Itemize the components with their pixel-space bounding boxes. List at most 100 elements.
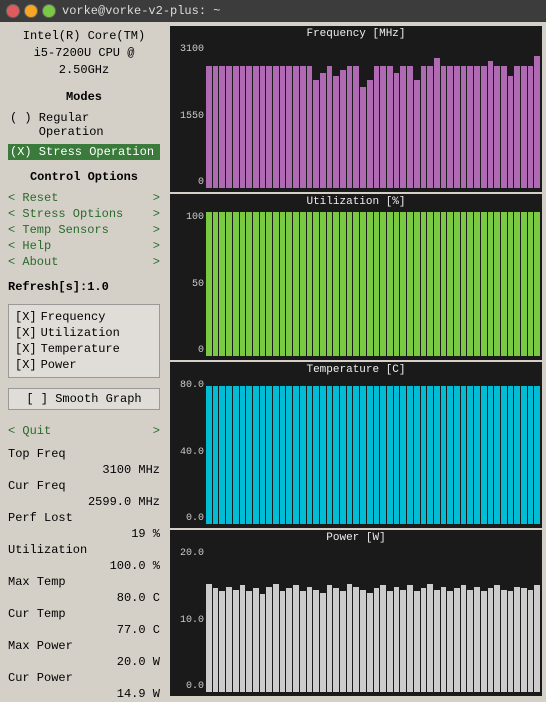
bar bbox=[461, 212, 467, 356]
close-button[interactable] bbox=[6, 4, 20, 18]
bar bbox=[226, 212, 232, 356]
bar bbox=[333, 386, 339, 524]
bar bbox=[293, 212, 299, 356]
bar bbox=[474, 587, 480, 692]
bar bbox=[447, 212, 453, 356]
bar bbox=[407, 585, 413, 692]
bar bbox=[206, 386, 212, 524]
bar bbox=[206, 212, 212, 356]
bar bbox=[534, 386, 540, 524]
quit-line[interactable]: < Quit > bbox=[8, 424, 160, 438]
charts-area: Frequency [MHz]310015500Utilization [%]1… bbox=[168, 22, 546, 700]
bar bbox=[353, 66, 359, 188]
bar bbox=[340, 386, 346, 524]
bar bbox=[481, 591, 487, 692]
bar bbox=[360, 386, 366, 524]
bar bbox=[206, 66, 212, 188]
bar bbox=[213, 66, 219, 188]
bar bbox=[434, 212, 440, 356]
checkbox-item-utilization[interactable]: [X]Utilization bbox=[15, 325, 153, 341]
bar bbox=[340, 591, 346, 692]
bar bbox=[233, 590, 239, 692]
bar bbox=[246, 66, 252, 188]
bar bbox=[481, 386, 487, 524]
bar bbox=[387, 591, 393, 692]
bar bbox=[273, 386, 279, 524]
checkbox-item-power[interactable]: [X]Power bbox=[15, 357, 153, 373]
menu-item[interactable]: < Help> bbox=[8, 238, 160, 254]
bar bbox=[528, 212, 534, 356]
quit-left[interactable]: < Quit bbox=[8, 424, 51, 438]
bar bbox=[514, 386, 520, 524]
bar bbox=[340, 70, 346, 188]
bar bbox=[226, 66, 232, 188]
bar bbox=[320, 73, 326, 188]
bar bbox=[293, 66, 299, 188]
stat-value-row: 2599.0 MHz bbox=[8, 494, 160, 510]
bar bbox=[327, 386, 333, 524]
menu-item[interactable]: < Temp Sensors> bbox=[8, 222, 160, 238]
bar bbox=[266, 386, 272, 524]
menu-item[interactable]: < Reset> bbox=[8, 190, 160, 206]
mode-regular[interactable]: ( ) Regular Operation bbox=[8, 110, 160, 140]
bar bbox=[360, 87, 366, 188]
bar bbox=[514, 587, 520, 692]
bar bbox=[374, 66, 380, 188]
cpu-info: Intel(R) Core(TM) i5-7200U CPU @ 2.50GHz bbox=[8, 28, 160, 78]
checkbox-item-temperature[interactable]: [X]Temperature bbox=[15, 341, 153, 357]
bar bbox=[501, 386, 507, 524]
refresh-label: Refresh[s]:1.0 bbox=[8, 280, 160, 294]
bar bbox=[427, 66, 433, 188]
bar bbox=[421, 66, 427, 188]
menu-item[interactable]: < About> bbox=[8, 254, 160, 270]
bar bbox=[273, 584, 279, 692]
sidebar: Intel(R) Core(TM) i5-7200U CPU @ 2.50GHz… bbox=[0, 22, 168, 700]
y-label: 0 bbox=[170, 345, 204, 356]
bar bbox=[467, 386, 473, 524]
menu-item[interactable]: < Stress Options> bbox=[8, 206, 160, 222]
bar bbox=[333, 212, 339, 356]
stat-label-row: Cur Temp bbox=[8, 606, 160, 622]
bar bbox=[447, 591, 453, 692]
y-labels-power: 20.010.00.0 bbox=[170, 530, 206, 696]
title-bar: vorke@vorke-v2-plus: ~ bbox=[0, 0, 546, 22]
bar bbox=[434, 590, 440, 692]
bar bbox=[219, 591, 225, 692]
window-title: vorke@vorke-v2-plus: ~ bbox=[62, 4, 220, 18]
bar bbox=[421, 588, 427, 692]
stat-value-row: 3100 MHz bbox=[8, 462, 160, 478]
y-label: 20.0 bbox=[170, 548, 204, 559]
checkbox-label: Power bbox=[41, 358, 77, 372]
bar bbox=[280, 386, 286, 524]
bar bbox=[467, 66, 473, 188]
bar bbox=[280, 591, 286, 692]
smooth-graph-button[interactable]: [ ] Smooth Graph bbox=[8, 388, 160, 410]
maximize-button[interactable] bbox=[42, 4, 56, 18]
mode-stress[interactable]: (X) Stress Operation bbox=[8, 144, 160, 160]
y-label: 10.0 bbox=[170, 615, 204, 626]
bar bbox=[367, 593, 373, 692]
bar bbox=[307, 386, 313, 524]
bar bbox=[219, 66, 225, 188]
stats-container: Top Freq3100 MHzCur Freq2599.0 MHzPerf L… bbox=[8, 446, 160, 702]
bar bbox=[320, 212, 326, 356]
bar bbox=[441, 587, 447, 692]
bar bbox=[481, 212, 487, 356]
bar bbox=[266, 212, 272, 356]
bar bbox=[441, 386, 447, 524]
chart-temperature: Temperature [C]80.040.00.0 bbox=[170, 362, 542, 528]
bar bbox=[347, 386, 353, 524]
stat-value-row: 19 % bbox=[8, 526, 160, 542]
minimize-button[interactable] bbox=[24, 4, 38, 18]
chart-utilization: Utilization [%]100500 bbox=[170, 194, 542, 360]
bar bbox=[488, 588, 494, 692]
bar bbox=[400, 386, 406, 524]
bar bbox=[488, 61, 494, 188]
bar bbox=[313, 80, 319, 188]
bar bbox=[454, 212, 460, 356]
window-controls[interactable] bbox=[6, 4, 56, 18]
bar bbox=[380, 585, 386, 692]
checkbox-item-frequency[interactable]: [X]Frequency bbox=[15, 309, 153, 325]
bar bbox=[494, 66, 500, 188]
bar bbox=[327, 66, 333, 188]
